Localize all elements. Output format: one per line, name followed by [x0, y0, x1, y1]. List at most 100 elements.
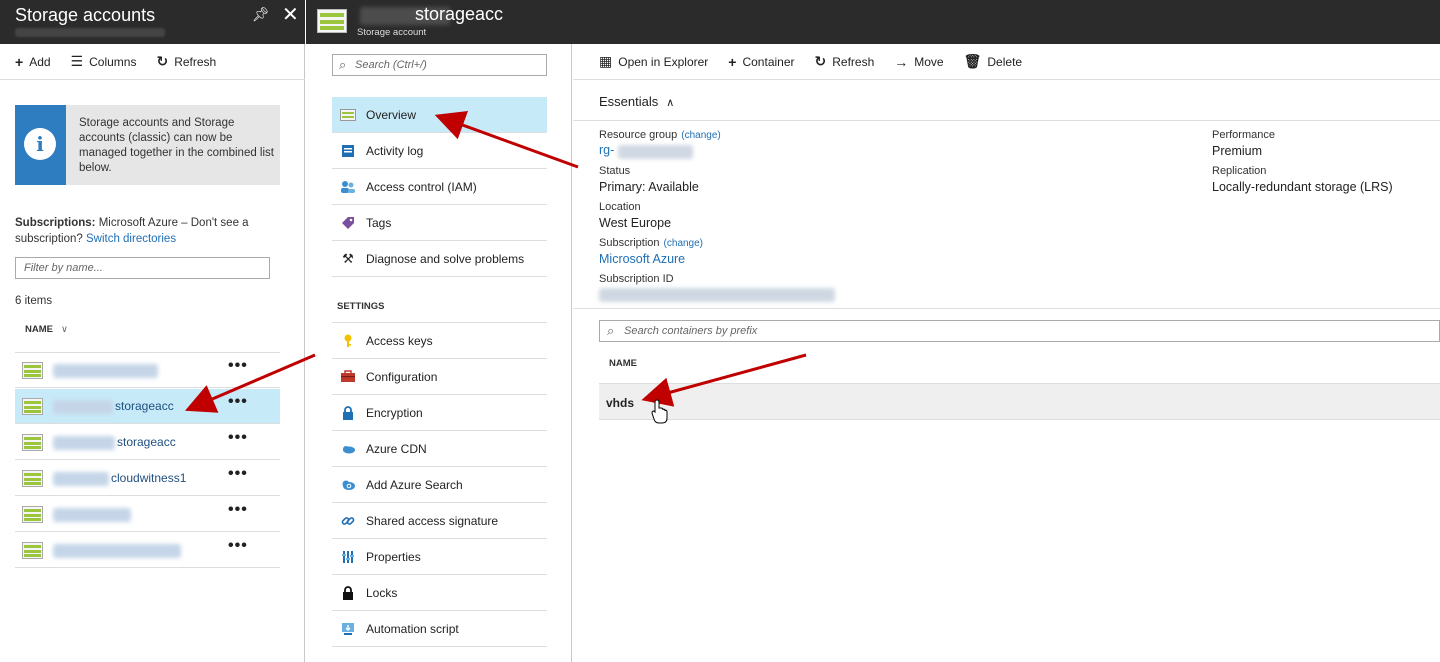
open-in-explorer-button[interactable]: ▦ Open in Explorer — [599, 53, 708, 70]
plus-icon: + — [728, 53, 737, 70]
menu-item-azure-cdn[interactable]: Azure CDN — [332, 431, 547, 467]
list-item[interactable]: ••• — [15, 533, 280, 568]
search-icon: ⌕ — [607, 323, 615, 338]
link-icon — [340, 513, 356, 529]
menu-item-locks[interactable]: Locks — [332, 575, 547, 611]
refresh-icon: ↻ — [156, 53, 169, 69]
menu-item-overview[interactable]: Overview — [332, 97, 547, 133]
toolbox-icon — [340, 369, 356, 385]
switch-directories-link[interactable]: Switch directories — [86, 233, 176, 245]
cloud-search-icon — [340, 477, 356, 493]
more-icon[interactable]: ••• — [228, 465, 248, 483]
subscription-id-label: Subscription ID — [599, 273, 674, 285]
chevron-up-icon: ∧ — [666, 97, 675, 109]
list-item[interactable]: ••• — [15, 353, 280, 388]
storage-account-title: storageacc — [415, 4, 504, 24]
lock-icon — [340, 405, 356, 421]
essentials-toggle[interactable]: Essentials ∧ — [599, 94, 674, 109]
menu-item-activity-log[interactable]: Activity log — [332, 133, 547, 169]
storage-account-icon — [22, 434, 43, 451]
list-item-selected[interactable]: storageacc ••• — [15, 389, 280, 424]
storage-account-icon — [22, 470, 43, 487]
wrench-icon: ⚒ — [342, 250, 354, 266]
blade-titlebar: Storage accounts 📌︎ ✕ — [0, 0, 305, 44]
refresh-button[interactable]: ↻ Refresh — [815, 53, 875, 70]
plus-icon: + — [15, 53, 24, 70]
pin-icon[interactable]: 📌︎ — [252, 6, 270, 23]
status-value: Primary: Available — [599, 180, 699, 194]
overview-toolbar: ▦ Open in Explorer + Container ↻ Refresh → M… — [573, 44, 1440, 80]
info-icon: i — [24, 128, 56, 160]
explorer-icon: ▦ — [599, 53, 613, 69]
delete-button[interactable]: 🗑︎ Delete — [964, 53, 1022, 70]
menu-item-shared-access-signature[interactable]: Shared access signature — [332, 503, 547, 539]
add-button[interactable]: + Add — [15, 54, 51, 70]
trash-icon: 🗑︎ — [963, 53, 982, 69]
properties-icon — [340, 549, 356, 565]
menu-item-access-keys[interactable]: Access keys — [332, 323, 547, 359]
refresh-icon: ↻ — [814, 53, 827, 69]
subscription-value[interactable]: Microsoft Azure — [599, 252, 685, 266]
menu-item-properties[interactable]: Properties — [332, 539, 547, 575]
close-icon[interactable]: ✕ — [282, 2, 299, 27]
menu-item-automation-script[interactable]: Automation script — [332, 611, 547, 647]
more-icon[interactable]: ••• — [228, 537, 248, 555]
menu-item-configuration[interactable]: Configuration — [332, 359, 547, 395]
key-icon — [340, 333, 356, 349]
container-name: vhds — [606, 396, 635, 410]
name-column-header[interactable]: NAME ∨ — [25, 324, 68, 335]
move-button[interactable]: → Move — [894, 54, 943, 70]
list-item[interactable]: ••• — [15, 497, 280, 532]
search-icon: ⌕ — [339, 57, 347, 72]
lock-icon — [340, 585, 356, 601]
columns-button[interactable]: ☰ Columns — [71, 53, 137, 70]
resource-group-value[interactable]: rg- — [599, 143, 614, 157]
filter-input[interactable]: Filter by name... — [15, 257, 270, 279]
iam-icon — [340, 179, 356, 195]
storage-account-icon — [22, 506, 43, 523]
blade-title: Storage accounts — [15, 5, 156, 25]
storage-accounts-blade: Storage accounts 📌︎ ✕ + Add ☰ Columns ↻ Ref… — [0, 0, 305, 662]
status-label: Status — [599, 165, 631, 177]
add-container-button[interactable]: + Container — [728, 54, 794, 70]
change-resource-group-link[interactable]: (change) — [681, 130, 720, 141]
menu-item-tags[interactable]: Tags — [332, 205, 547, 241]
storage-account-icon — [22, 398, 43, 415]
menu-item-diagnose[interactable]: ⚒ Diagnose and solve problems — [332, 241, 547, 277]
blurred-subtitle — [15, 28, 165, 37]
more-icon[interactable]: ••• — [228, 501, 248, 519]
replication-value: Locally-redundant storage (LRS) — [1212, 180, 1393, 194]
performance-value: Premium — [1212, 144, 1263, 158]
subscriptions-text: Subscriptions: Microsoft Azure – Don't s… — [15, 217, 249, 245]
menu-item-add-azure-search[interactable]: Add Azure Search — [332, 467, 547, 503]
cloud-icon — [340, 441, 356, 457]
subscription-label: Subscription (change) — [599, 237, 704, 249]
storage-account-header: storageacc Storage account — [306, 0, 1440, 44]
menu-item-encryption[interactable]: Encryption — [332, 395, 547, 431]
change-subscription-link[interactable]: (change) — [664, 238, 703, 249]
download-icon — [340, 621, 356, 637]
menu-item-access-control[interactable]: Access control (IAM) — [332, 169, 547, 205]
more-icon[interactable]: ••• — [228, 429, 248, 447]
overview-icon — [340, 107, 356, 123]
refresh-button[interactable]: ↻ Refresh — [156, 53, 216, 70]
resource-group-label: Resource group (change) — [599, 129, 721, 141]
columns-icon: ☰ — [70, 53, 84, 69]
settings-section-label: SETTINGS — [337, 301, 385, 312]
more-icon[interactable]: ••• — [228, 357, 248, 375]
info-banner: i Storage accounts and Storage accounts … — [15, 105, 280, 185]
blade1-toolbar: + Add ☰ Columns ↻ Refresh — [0, 44, 305, 80]
storage-account-icon — [22, 542, 43, 559]
more-icon[interactable]: ••• — [228, 393, 248, 411]
container-search-input[interactable]: ⌕ Search containers by prefix — [599, 320, 1440, 342]
activity-log-icon — [340, 143, 356, 159]
list-item[interactable]: storageacc ••• — [15, 425, 280, 460]
storage-account-icon — [22, 362, 43, 379]
arrow-right-icon: → — [894, 53, 909, 70]
list-item[interactable]: cloudwitness1 ••• — [15, 461, 280, 496]
container-row[interactable]: vhds — [599, 383, 1440, 420]
performance-label: Performance — [1212, 129, 1275, 141]
location-label: Location — [599, 201, 641, 213]
location-value: West Europe — [599, 216, 672, 230]
menu-search-input[interactable]: ⌕ Search (Ctrl+/) — [332, 54, 547, 76]
